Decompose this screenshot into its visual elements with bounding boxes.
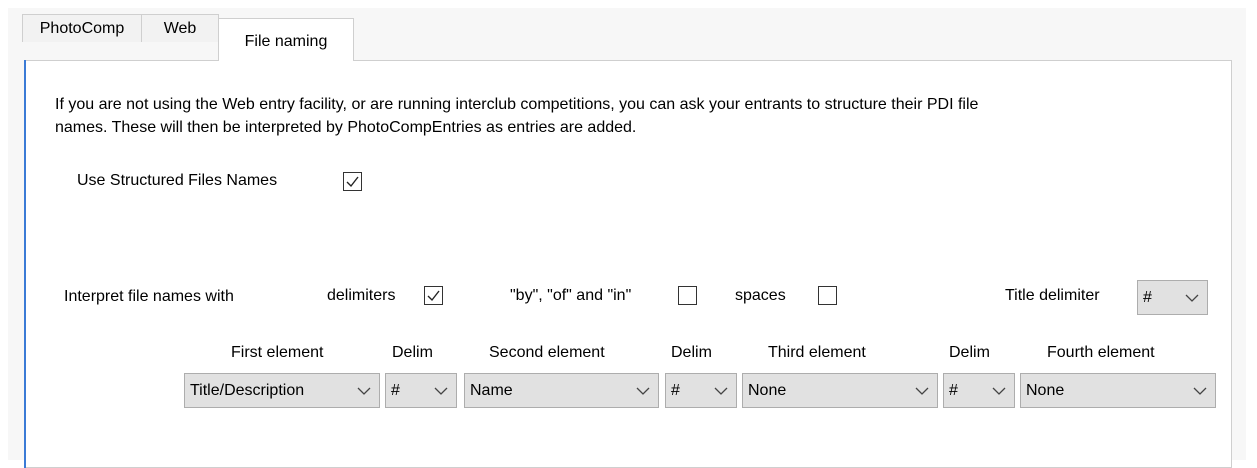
fourth-element-value: None xyxy=(1026,382,1065,399)
checkmark-icon xyxy=(427,290,440,302)
delim2-select[interactable]: # xyxy=(665,373,737,408)
chevron-down-icon xyxy=(434,387,448,395)
delimiters-label: delimiters xyxy=(327,287,396,304)
delim3-select[interactable]: # xyxy=(943,373,1015,408)
third-element-header: Third element xyxy=(768,344,866,361)
spaces-label: spaces xyxy=(735,287,786,304)
use-structured-checkbox[interactable] xyxy=(343,172,362,191)
by-of-in-label: "by", "of" and "in" xyxy=(510,287,632,304)
delim3-value: # xyxy=(949,382,958,399)
checkmark-icon xyxy=(346,176,359,188)
first-element-header: First element xyxy=(231,344,324,361)
chevron-down-icon xyxy=(1193,387,1207,395)
delim1-header: Delim xyxy=(392,344,433,361)
spaces-checkbox[interactable] xyxy=(818,286,837,305)
title-delimiter-label: Title delimiter xyxy=(1005,287,1100,304)
delim3-header: Delim xyxy=(949,344,990,361)
panel-left-border xyxy=(24,60,26,468)
title-delimiter-select[interactable]: # xyxy=(1137,280,1208,315)
tab-photocomp-label: PhotoComp xyxy=(39,20,125,37)
second-element-header: Second element xyxy=(489,344,605,361)
first-element-select[interactable]: Title/Description xyxy=(184,373,380,408)
tab-file-naming[interactable]: File naming xyxy=(218,18,354,61)
delim2-header: Delim xyxy=(671,344,712,361)
chevron-down-icon xyxy=(1185,294,1199,302)
second-element-value: Name xyxy=(470,382,513,399)
chevron-down-icon xyxy=(915,387,929,395)
delim1-value: # xyxy=(391,382,400,399)
tab-web[interactable]: Web xyxy=(141,14,219,42)
chevron-down-icon xyxy=(357,387,371,395)
tab-photocomp[interactable]: PhotoComp xyxy=(22,14,142,42)
delimiters-checkbox[interactable] xyxy=(424,286,443,305)
interpret-label: Interpret file names with xyxy=(64,288,234,305)
chevron-down-icon xyxy=(992,387,1006,395)
intro-text-line2: names. These will then be interpreted by… xyxy=(55,119,637,136)
fourth-element-header: Fourth element xyxy=(1047,344,1155,361)
tab-web-label: Web xyxy=(163,20,197,37)
delim2-value: # xyxy=(671,382,680,399)
third-element-select[interactable]: None xyxy=(742,373,938,408)
fourth-element-select[interactable]: None xyxy=(1020,373,1216,408)
use-structured-label: Use Structured Files Names xyxy=(77,172,278,189)
delim1-select[interactable]: # xyxy=(385,373,457,408)
by-of-in-checkbox[interactable] xyxy=(678,286,697,305)
title-delimiter-value: # xyxy=(1143,289,1152,306)
first-element-value: Title/Description xyxy=(190,382,305,399)
chevron-down-icon xyxy=(714,387,728,395)
third-element-value: None xyxy=(748,382,787,399)
tab-file-naming-label: File naming xyxy=(244,33,328,50)
chevron-down-icon xyxy=(636,387,650,395)
intro-text-line1: If you are not using the Web entry facil… xyxy=(55,96,979,113)
second-element-select[interactable]: Name xyxy=(464,373,659,408)
